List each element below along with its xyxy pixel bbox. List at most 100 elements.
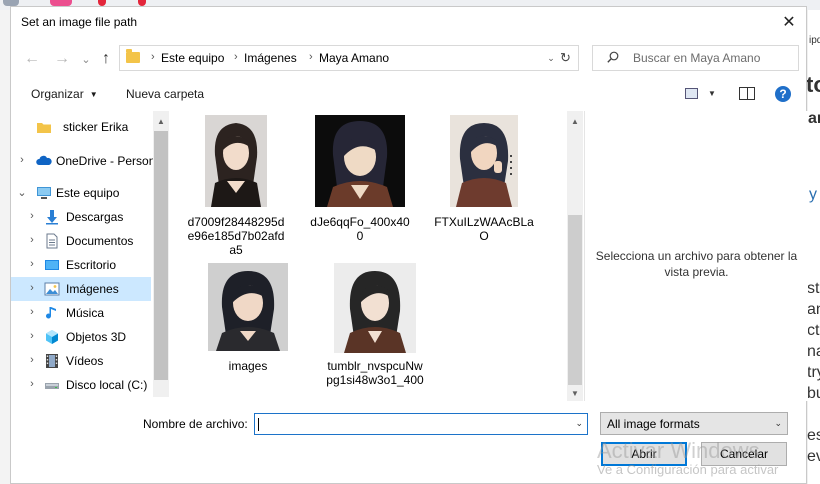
- background-text: try: [807, 364, 820, 381]
- image-thumbnail: [334, 263, 416, 353]
- nav-scrollbar-thumb[interactable]: [154, 131, 168, 380]
- address-bar[interactable]: › Este equipo › Imágenes › Maya Amano ⌄: [119, 45, 579, 71]
- breadcrumb-maya-amano[interactable]: Maya Amano: [319, 51, 389, 65]
- search-input[interactable]: Buscar en Maya Amano: [633, 51, 760, 65]
- nav-item-descargas[interactable]: › Descargas: [11, 205, 151, 229]
- arrow-up-icon: ↑: [102, 50, 110, 67]
- background-text: and: [807, 301, 820, 318]
- file-type-value: All image formats: [607, 417, 700, 431]
- chevron-right-icon[interactable]: ›: [27, 258, 37, 270]
- chevron-right-icon[interactable]: ›: [27, 354, 37, 366]
- up-button[interactable]: ↑: [95, 48, 117, 70]
- nav-item-label: Música: [66, 306, 105, 320]
- breadcrumb-este-equipo[interactable]: Este equipo: [161, 51, 224, 65]
- chevron-down-icon: ⌄: [774, 418, 782, 428]
- nav-item-imagenes[interactable]: › Imágenes: [11, 277, 151, 301]
- search-icon: [607, 51, 619, 63]
- chevron-down-icon[interactable]: ⌄: [17, 186, 27, 199]
- new-folder-button[interactable]: Nueva carpeta: [126, 87, 204, 101]
- nav-item-label: Escritorio: [66, 258, 117, 272]
- dialog-title: Set an image file path: [21, 15, 138, 29]
- file-name: dJe6qqFo_400x400: [310, 215, 410, 243]
- navigation-pane: sticker Erika › OneDrive - Person ⌄ Este…: [11, 111, 169, 397]
- nav-item-sticker-erika[interactable]: sticker Erika: [11, 115, 151, 139]
- chevron-right-icon[interactable]: ›: [17, 154, 27, 166]
- back-button[interactable]: ←: [21, 48, 43, 70]
- video-icon: [46, 354, 58, 368]
- nav-item-label: Este equipo: [56, 186, 120, 200]
- search-box[interactable]: Buscar en Maya Amano: [592, 45, 799, 71]
- background-text: sto: [807, 280, 820, 297]
- nav-item-label: Vídeos: [66, 354, 104, 368]
- chevron-right-icon[interactable]: ›: [27, 282, 37, 294]
- refresh-button[interactable]: ↻: [553, 45, 579, 71]
- document-icon: [46, 233, 58, 249]
- background-text: ar: [808, 110, 820, 127]
- image-thumbnail: [208, 263, 288, 351]
- filename-label: Nombre de archivo:: [143, 417, 248, 431]
- recent-locations-button[interactable]: ⌄: [75, 48, 97, 70]
- close-button[interactable]: ✕: [772, 7, 806, 37]
- chevron-down-icon[interactable]: ⌄: [575, 418, 583, 429]
- background-text: y: [809, 186, 817, 203]
- nav-item-escritorio[interactable]: › Escritorio: [11, 253, 151, 277]
- breadcrumb-separator: ›: [151, 51, 155, 63]
- background-text: cti: [807, 322, 820, 339]
- nav-item-label: Descargas: [66, 210, 124, 224]
- preview-pane: Selecciona un archivo para obtener la vi…: [584, 111, 808, 401]
- folder-icon: [37, 123, 51, 133]
- caret-down-icon[interactable]: ▼: [708, 89, 716, 98]
- help-icon[interactable]: ?: [775, 86, 791, 102]
- background-text: ipd: [809, 35, 820, 46]
- chevron-right-icon[interactable]: ›: [27, 210, 37, 222]
- chevron-right-icon[interactable]: ›: [27, 330, 37, 342]
- nav-item-documentos[interactable]: › Documentos: [11, 229, 151, 253]
- nav-item-este-equipo[interactable]: ⌄ Este equipo: [11, 181, 151, 205]
- image-thumbnail: [450, 115, 518, 207]
- file-type-select[interactable]: All image formats ⌄: [600, 412, 788, 435]
- file-name: FTXuILzWAAcBLaO: [434, 215, 534, 243]
- nav-item-label: Documentos: [66, 234, 134, 248]
- file-name: images: [228, 359, 268, 373]
- background-text: ev: [807, 448, 820, 465]
- arrow-left-icon: ←: [24, 50, 40, 67]
- image-thumbnail: [205, 115, 267, 207]
- text-cursor: [258, 418, 259, 431]
- desktop-icon: [45, 260, 59, 270]
- nav-item-disco-local[interactable]: › Disco local (C:): [11, 373, 151, 397]
- breadcrumb-imagenes[interactable]: Imágenes: [244, 51, 297, 65]
- music-icon: [46, 307, 56, 319]
- title-bar: Set an image file path ✕: [11, 7, 806, 39]
- file-name: d7009f28448295de96e185d7b02afda5: [187, 215, 285, 257]
- filename-input[interactable]: ⌄: [254, 413, 588, 435]
- chevron-right-icon[interactable]: ›: [27, 378, 37, 390]
- background-text: na: [807, 343, 820, 360]
- nav-item-label: sticker Erika: [63, 120, 129, 134]
- scroll-down-arrow-icon[interactable]: ▼: [567, 385, 583, 401]
- background-text: bu: [807, 385, 820, 402]
- organize-label: Organizar: [31, 87, 84, 101]
- file-list-scrollbar-thumb[interactable]: [568, 215, 582, 385]
- forward-button[interactable]: →: [51, 48, 73, 70]
- file-list: d7009f28448295de96e185d7b02afda5 dJe6qqF…: [171, 111, 566, 401]
- computer-icon: [37, 187, 51, 199]
- nav-item-label: Imágenes: [66, 282, 119, 296]
- refresh-icon: ↻: [560, 50, 571, 65]
- chevron-right-icon[interactable]: ›: [27, 306, 37, 318]
- preview-pane-icon[interactable]: [739, 87, 755, 100]
- nav-item-videos[interactable]: › Vídeos: [11, 349, 151, 373]
- close-icon: ✕: [782, 14, 796, 31]
- nav-item-objetos-3d[interactable]: › Objetos 3D: [11, 325, 151, 349]
- background-text: to: [806, 72, 820, 97]
- nav-item-onedrive[interactable]: › OneDrive - Person: [11, 149, 155, 173]
- activation-watermark-subtitle: Ve a Configuración para activar: [597, 462, 779, 477]
- file-open-dialog: Set an image file path ✕ ← → ⌄ ↑ › Este …: [10, 6, 808, 484]
- nav-item-label: Objetos 3D: [66, 330, 127, 344]
- download-icon: [46, 210, 58, 225]
- chevron-right-icon[interactable]: ›: [27, 234, 37, 246]
- scroll-up-arrow-icon[interactable]: ▲: [567, 113, 583, 129]
- nav-item-musica[interactable]: › Música: [11, 301, 151, 325]
- organize-menu[interactable]: Organizar ▼: [31, 87, 98, 101]
- scroll-up-arrow-icon[interactable]: ▲: [153, 113, 169, 129]
- view-options-icon[interactable]: [685, 88, 698, 99]
